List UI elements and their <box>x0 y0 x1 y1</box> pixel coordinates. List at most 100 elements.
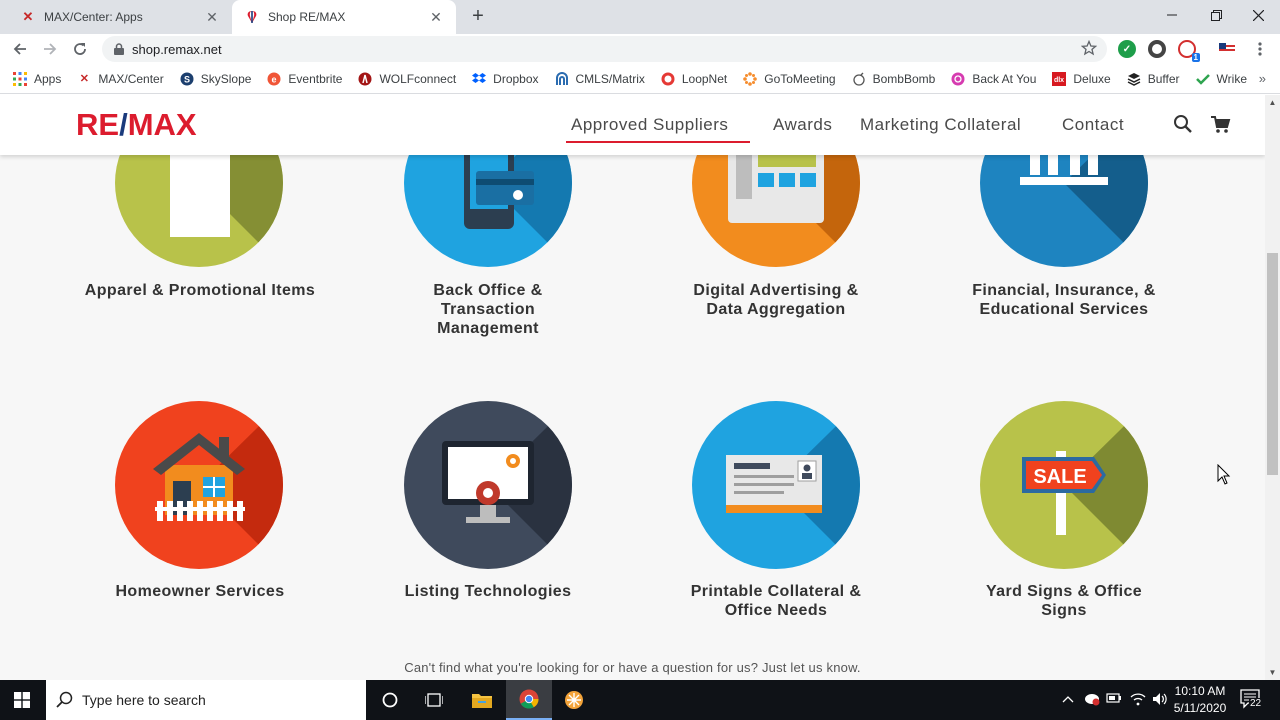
bookmark-gotomeeting[interactable]: GoToMeeting <box>742 71 836 87</box>
notifications-icon[interactable]: 22 <box>1240 689 1263 712</box>
category-label[interactable]: Apparel & Promotional Items <box>80 281 320 300</box>
extension-badge: 1 <box>1191 53 1200 62</box>
scrollbar-thumb[interactable] <box>1267 253 1278 475</box>
bookmark-cmls-matrix[interactable]: CMLS/Matrix <box>554 71 645 87</box>
chrome-taskbar-icon[interactable] <box>506 680 552 720</box>
bookmark-bombbomb[interactable]: BombBomb <box>851 71 935 87</box>
snip-app-icon[interactable] <box>551 680 597 720</box>
bookmark-label: Apps <box>34 71 62 86</box>
bookmark-maxcenter[interactable]: ✕ MAX/Center <box>76 71 164 87</box>
printable-collateral-icon[interactable] <box>692 401 860 569</box>
svg-text:dlx: dlx <box>1054 77 1064 84</box>
tray-overflow-icon[interactable] <box>1062 692 1074 706</box>
svg-text:e: e <box>272 74 277 84</box>
logo-re: RE <box>76 107 120 142</box>
deluxe-icon: dlx <box>1051 71 1067 87</box>
yard-sign-icon[interactable]: SALE <box>980 401 1148 569</box>
extension-grammar-icon[interactable]: 1 <box>1178 40 1200 62</box>
bookmark-label: Eventbrite <box>288 71 343 86</box>
page-scrollbar[interactable]: ▲ ▼ <box>1265 95 1280 680</box>
bookmark-wrike[interactable]: Wrike <box>1195 71 1247 87</box>
category-label[interactable]: Financial, Insurance, & Educational Serv… <box>944 281 1184 319</box>
homeowner-house-icon[interactable] <box>115 401 283 569</box>
file-explorer-icon[interactable] <box>459 680 505 720</box>
restore-window-button[interactable] <box>1194 0 1238 30</box>
bookmark-loopnet[interactable]: LoopNet <box>660 71 727 87</box>
windows-start-icon[interactable] <box>0 680 44 720</box>
forward-arrow-icon[interactable] <box>38 37 62 61</box>
category-label[interactable]: Back Office & Transaction Management <box>368 281 608 338</box>
help-prompt-text[interactable]: Can't find what you're looking for or ha… <box>0 660 1265 675</box>
cart-icon[interactable] <box>1210 113 1232 135</box>
tab-shop-remax[interactable]: Shop RE/MAX ✕ <box>232 0 456 34</box>
battery-icon[interactable] <box>1106 692 1122 707</box>
browser-menu-icon[interactable] <box>1248 37 1272 61</box>
loopnet-icon <box>660 71 676 87</box>
address-bar[interactable]: shop.remax.net <box>102 36 1107 62</box>
bookmark-apps[interactable]: Apps <box>12 71 61 87</box>
nav-marketing-collateral[interactable]: Marketing Collateral <box>860 115 1021 135</box>
tab-maxcenter[interactable]: ✕ MAX/Center: Apps ✕ <box>8 0 232 34</box>
nav-contact[interactable]: Contact <box>1062 115 1124 135</box>
bookmark-label: LoopNet <box>681 71 728 86</box>
extension-check-icon[interactable]: ✓ <box>1118 40 1136 58</box>
extension-circle-icon[interactable] <box>1148 40 1166 58</box>
search-icon[interactable] <box>1172 113 1194 135</box>
reload-icon[interactable] <box>68 37 92 61</box>
wifi-icon[interactable] <box>1130 692 1146 709</box>
nav-approved-suppliers[interactable]: Approved Suppliers <box>571 115 728 135</box>
bookmarks-bar: Apps ✕ MAX/Center S SkySlope e Eventbrit… <box>0 64 1280 94</box>
tray-app-icon[interactable] <box>1084 692 1100 709</box>
close-tab-icon[interactable]: ✕ <box>204 9 220 26</box>
bookmark-dropbox[interactable]: Dropbox <box>471 71 539 87</box>
remax-balloon-icon <box>244 9 260 25</box>
bookmark-eventbrite[interactable]: e Eventbrite <box>266 71 342 87</box>
task-view-icon[interactable] <box>411 680 457 720</box>
bookmark-label: Deluxe <box>1073 71 1111 86</box>
bookmark-wolfconnect[interactable]: WOLFconnect <box>357 71 456 87</box>
scroll-down-arrow-icon[interactable]: ▼ <box>1265 665 1280 680</box>
bookmark-back-at-you[interactable]: Back At You <box>950 71 1036 87</box>
nav-awards[interactable]: Awards <box>773 115 832 135</box>
category-label[interactable]: Homeowner Services <box>80 582 320 601</box>
volume-icon[interactable] <box>1152 692 1168 709</box>
category-label[interactable]: Listing Technologies <box>368 582 608 601</box>
listing-technologies-icon[interactable] <box>404 401 572 569</box>
logo-slash: / <box>119 107 128 142</box>
bookmark-label: Buffer <box>1147 71 1180 86</box>
extension-flag-icon[interactable] <box>1218 40 1236 58</box>
minimize-window-button[interactable] <box>1150 0 1194 30</box>
bookmark-skyslope[interactable]: S SkySlope <box>179 71 252 87</box>
bookmark-label: SkySlope <box>200 71 252 86</box>
url-text: shop.remax.net <box>132 41 222 57</box>
remax-x-icon: ✕ <box>22 9 34 24</box>
category-label[interactable]: Yard Signs & Office Signs <box>944 582 1184 620</box>
svg-text:SALE: SALE <box>1033 466 1086 488</box>
taskbar-clock[interactable]: 10:10 AM 5/11/2020 <box>1170 683 1230 717</box>
scroll-up-arrow-icon[interactable]: ▲ <box>1265 95 1280 110</box>
bookmark-label: MAX/Center <box>98 71 164 86</box>
taskbar-search-box[interactable]: Type here to search <box>46 680 366 720</box>
back-arrow-icon[interactable] <box>8 37 32 61</box>
eventbrite-icon: e <box>266 71 282 87</box>
remax-logo[interactable]: RE/MAX <box>76 107 197 143</box>
category-label[interactable]: Printable Collateral & Office Needs <box>656 582 896 620</box>
new-tab-button[interactable]: + <box>466 5 490 29</box>
bookmark-label: GoToMeeting <box>764 71 836 86</box>
active-nav-underline <box>566 141 750 143</box>
bookmark-deluxe[interactable]: dlx Deluxe <box>1051 71 1111 87</box>
cortana-icon[interactable] <box>367 680 413 720</box>
close-window-button[interactable] <box>1236 0 1280 30</box>
bookmark-buffer[interactable]: Buffer <box>1126 71 1180 87</box>
bombbomb-icon <box>851 71 867 87</box>
tab-title: Shop RE/MAX <box>268 10 346 24</box>
tab-title: MAX/Center: Apps <box>44 10 143 24</box>
clock-time: 10:10 AM <box>1174 684 1226 698</box>
mouse-cursor-icon <box>1217 463 1231 491</box>
bookmarks-overflow-icon[interactable]: » <box>1259 71 1266 86</box>
dropbox-icon <box>471 71 487 87</box>
close-tab-icon[interactable]: ✕ <box>428 9 444 26</box>
category-label[interactable]: Digital Advertising & Data Aggregation <box>656 281 896 319</box>
bookmark-star-icon[interactable] <box>1080 39 1098 59</box>
wrike-icon <box>1195 71 1211 87</box>
